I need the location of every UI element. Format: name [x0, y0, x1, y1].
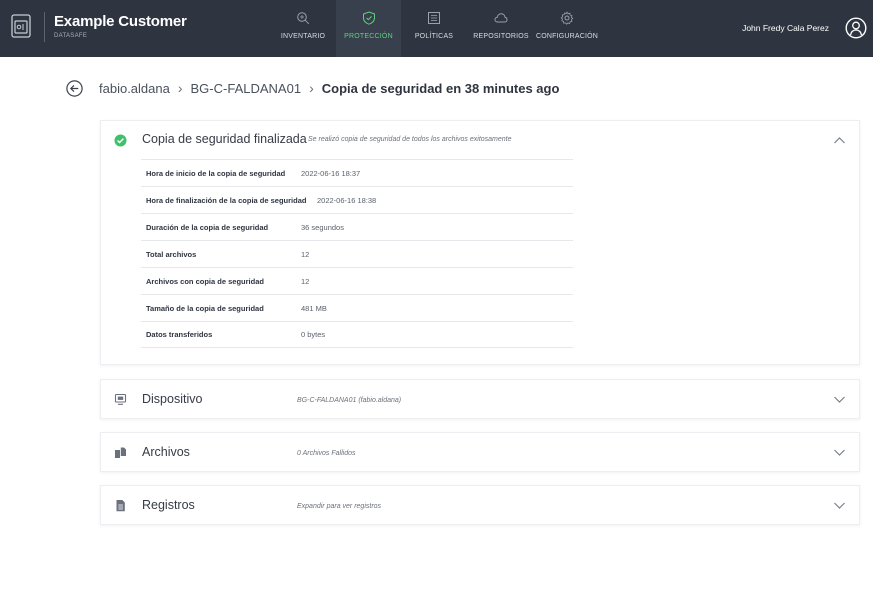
- detail-label: Hora de inicio de la copia de seguridad: [146, 169, 286, 178]
- chevron-right-icon: ›: [177, 80, 183, 96]
- detail-label: Tamaño de la copia de seguridad: [146, 304, 264, 313]
- detail-value: 2022-06-16 18:37: [301, 169, 361, 178]
- logo-divider: [44, 12, 45, 42]
- detail-value: 36 segundos: [301, 223, 344, 232]
- nav-label: REPOSITORIOS: [473, 33, 529, 40]
- document-icon: [116, 500, 125, 512]
- product-name: DATASAFE: [54, 33, 88, 39]
- user-avatar-icon[interactable]: [845, 17, 867, 39]
- detail-value: 0 bytes: [301, 330, 326, 339]
- list-icon: [428, 12, 440, 24]
- nav-label: POLÍTICAS: [414, 33, 454, 40]
- backup-summary-card: Copia de seguridad finalizada Se realizó…: [100, 120, 860, 365]
- chevron-up-icon[interactable]: [833, 134, 846, 147]
- files-card-title: Archivos: [142, 445, 190, 459]
- nav-inventario[interactable]: INVENTARIO: [280, 0, 326, 57]
- chevron-down-icon[interactable]: [833, 446, 846, 459]
- top-bar: Example Customer DATASAFE INVENTARIO PRO…: [0, 0, 873, 57]
- nav-configuracion[interactable]: CONFIGURACIÓN: [536, 0, 598, 57]
- back-arrow-icon[interactable]: [66, 80, 83, 97]
- shield-icon: [362, 11, 375, 25]
- backup-status-title: Copia de seguridad finalizada: [142, 132, 307, 146]
- detail-value: 12: [301, 277, 310, 286]
- check-circle-icon: [114, 134, 127, 147]
- detail-row: Tamaño de la copia de seguridad 481 MB: [141, 295, 573, 322]
- detail-label: Archivos con copia de seguridad: [146, 277, 264, 286]
- breadcrumb-current: Copia de seguridad en 38 minutes ago: [321, 80, 560, 96]
- app-logo-icon[interactable]: [10, 13, 32, 41]
- detail-row: Archivos con copia de seguridad 12: [141, 268, 573, 295]
- chevron-right-icon: ›: [309, 80, 314, 96]
- nav-repositorios[interactable]: REPOSITORIOS: [472, 0, 530, 57]
- device-card[interactable]: Dispositivo BG-C-FALDANA01 (fabio.aldana…: [100, 379, 860, 419]
- customer-name: Example Customer: [54, 13, 187, 30]
- device-card-subtitle: BG-C-FALDANA01 (fabio.aldana): [297, 397, 402, 404]
- search-icon: [297, 12, 310, 25]
- cloud-icon: [494, 13, 508, 23]
- chevron-down-icon[interactable]: [833, 393, 846, 406]
- backup-status-subtitle: Se realizó copia de seguridad de todos l…: [308, 136, 512, 143]
- nav-politicas[interactable]: POLÍTICAS: [412, 0, 456, 57]
- breadcrumb-device[interactable]: BG-C-FALDANA01: [191, 81, 302, 96]
- detail-label: Datos transferidos: [146, 330, 213, 339]
- files-card-subtitle: 0 Archivos Fallidos: [297, 450, 356, 457]
- files-icon: [115, 447, 126, 458]
- user-name[interactable]: John Fredy Cala Perez: [742, 23, 829, 33]
- detail-value: 12: [301, 250, 310, 259]
- logs-card-subtitle: Expandir para ver registros: [297, 503, 382, 510]
- nav-proteccion[interactable]: PROTECCIÓN: [336, 0, 401, 57]
- nav-label: CONFIGURACIÓN: [535, 33, 599, 40]
- nav-label: PROTECCIÓN: [344, 33, 393, 40]
- detail-value: 481 MB: [301, 304, 327, 313]
- detail-row: Datos transferidos 0 bytes: [141, 321, 573, 348]
- nav-label: INVENTARIO: [280, 33, 326, 40]
- detail-label: Total archivos: [146, 250, 197, 259]
- logs-card[interactable]: Registros Expandir para ver registros: [100, 485, 860, 525]
- breadcrumb-user[interactable]: fabio.aldana: [99, 81, 170, 96]
- logs-card-title: Registros: [142, 498, 195, 512]
- detail-row: Duración de la copia de seguridad 36 seg…: [141, 214, 573, 241]
- breadcrumb: fabio.aldana › BG-C-FALDANA01 › Copia de…: [99, 80, 559, 96]
- gear-icon: [560, 11, 574, 25]
- detail-row: Total archivos 12: [141, 241, 573, 268]
- device-card-title: Dispositivo: [142, 392, 203, 406]
- detail-label: Hora de finalización de la copia de segu…: [146, 196, 307, 205]
- detail-row: Hora de inicio de la copia de seguridad …: [141, 160, 573, 187]
- detail-label: Duración de la copia de seguridad: [146, 223, 269, 232]
- chevron-down-icon[interactable]: [833, 499, 846, 512]
- detail-row: Hora de finalización de la copia de segu…: [141, 187, 573, 214]
- monitor-icon: [114, 393, 127, 405]
- detail-value: 2022-06-16 18:38: [317, 196, 377, 205]
- files-card[interactable]: Archivos 0 Archivos Fallidos: [100, 432, 860, 472]
